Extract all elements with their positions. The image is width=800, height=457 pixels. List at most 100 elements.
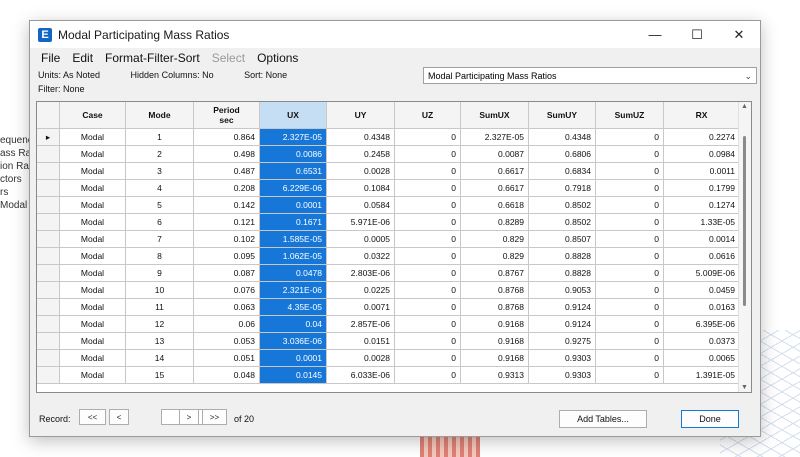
cell-period[interactable]: 0.121 <box>193 213 260 231</box>
cell-case[interactable]: Modal <box>59 298 126 316</box>
cell-sumuz[interactable]: 0 <box>595 281 664 299</box>
cell-uz[interactable]: 0 <box>394 128 461 146</box>
cell-uy[interactable]: 2.857E-06 <box>326 315 395 333</box>
cell-case[interactable]: Modal <box>59 230 126 248</box>
cell-sumuz[interactable]: 0 <box>595 230 664 248</box>
cell-sumuy[interactable]: 0.9303 <box>528 366 596 384</box>
vertical-scrollbar[interactable]: ▲ ▼ <box>738 102 751 392</box>
cell-ux[interactable]: 0.0001 <box>259 196 327 214</box>
cell-period[interactable]: 0.051 <box>193 349 260 367</box>
table-row[interactable]: Modal 8 0.095 1.062E-05 0.0322 0 0.829 0.8828 0 0… <box>37 247 740 265</box>
cell-sumuy[interactable]: 0.9124 <box>528 298 596 316</box>
cell-ux[interactable]: 2.321E-06 <box>259 281 327 299</box>
cell-rx[interactable]: 0.0616 <box>663 247 740 265</box>
cell-case[interactable]: Modal <box>59 196 126 214</box>
row-selector[interactable] <box>37 230 60 248</box>
cell-uy[interactable]: 0.0005 <box>326 230 395 248</box>
cell-ux[interactable]: 0.0145 <box>259 366 327 384</box>
cell-uz[interactable]: 0 <box>394 162 461 180</box>
cell-uz[interactable]: 0 <box>394 315 461 333</box>
cell-sumux[interactable]: 0.6617 <box>460 162 529 180</box>
cell-mode[interactable]: 10 <box>125 281 194 299</box>
cell-period[interactable]: 0.142 <box>193 196 260 214</box>
cell-sumuz[interactable]: 0 <box>595 196 664 214</box>
cell-sumuz[interactable]: 0 <box>595 213 664 231</box>
row-selector[interactable] <box>37 298 60 316</box>
row-selector[interactable] <box>37 349 60 367</box>
cell-mode[interactable]: 6 <box>125 213 194 231</box>
cell-uy[interactable]: 0.0151 <box>326 332 395 350</box>
cell-sumuy[interactable]: 0.6806 <box>528 145 596 163</box>
row-selector[interactable] <box>37 196 60 214</box>
row-selector[interactable] <box>37 213 60 231</box>
cell-period[interactable]: 0.208 <box>193 179 260 197</box>
cell-sumuy[interactable]: 0.7918 <box>528 179 596 197</box>
cell-mode[interactable]: 1 <box>125 128 194 146</box>
table-row[interactable]: Modal 14 0.051 0.0001 0.0028 0 0.9168 0.9303 0 0.… <box>37 349 740 367</box>
cell-mode[interactable]: 12 <box>125 315 194 333</box>
cell-uy[interactable]: 0.1084 <box>326 179 395 197</box>
cell-uz[interactable]: 0 <box>394 179 461 197</box>
scrollbar-thumb[interactable] <box>743 136 746 306</box>
cell-uz[interactable]: 0 <box>394 298 461 316</box>
cell-sumuz[interactable]: 0 <box>595 315 664 333</box>
cell-uz[interactable]: 0 <box>394 281 461 299</box>
cell-ux[interactable]: 6.229E-06 <box>259 179 327 197</box>
cell-rx[interactable]: 0.0014 <box>663 230 740 248</box>
cell-ux[interactable]: 0.0001 <box>259 349 327 367</box>
row-selector[interactable] <box>37 247 60 265</box>
cell-uy[interactable]: 0.0028 <box>326 349 395 367</box>
cell-uz[interactable]: 0 <box>394 213 461 231</box>
cell-period[interactable]: 0.063 <box>193 298 260 316</box>
cell-rx[interactable]: 0.0065 <box>663 349 740 367</box>
next-record-button[interactable]: > <box>179 409 199 425</box>
column-header-ux[interactable]: UX <box>259 102 327 129</box>
data-grid[interactable]: Case Mode Period sec UX UY UZ SumUX SumUY SumUZ R… <box>36 101 752 393</box>
row-selector[interactable] <box>37 315 60 333</box>
row-selector[interactable] <box>37 145 60 163</box>
add-tables-button[interactable]: Add Tables... <box>559 410 647 428</box>
row-selector[interactable] <box>37 162 60 180</box>
maximize-icon[interactable]: ☐ <box>676 21 718 48</box>
cell-ux[interactable]: 1.062E-05 <box>259 247 327 265</box>
column-header-uz[interactable]: UZ <box>394 102 461 129</box>
cell-sumux[interactable]: 0.8768 <box>460 298 529 316</box>
column-header-period[interactable]: Period sec <box>193 102 260 129</box>
cell-sumuz[interactable]: 0 <box>595 145 664 163</box>
cell-uz[interactable]: 0 <box>394 230 461 248</box>
row-selector[interactable] <box>37 332 60 350</box>
cell-mode[interactable]: 8 <box>125 247 194 265</box>
menu-format-filter-sort[interactable]: Format-Filter-Sort <box>99 51 206 65</box>
cell-uz[interactable]: 0 <box>394 349 461 367</box>
cell-ux[interactable]: 0.6531 <box>259 162 327 180</box>
column-header-uy[interactable]: UY <box>326 102 395 129</box>
cell-case[interactable]: Modal <box>59 349 126 367</box>
table-row[interactable]: ▸ Modal 1 0.864 2.327E-05 0.4348 0 2.327E-05 0.4… <box>37 128 740 146</box>
table-select-dropdown[interactable]: Modal Participating Mass Ratios ⌄ <box>423 67 757 84</box>
cell-mode[interactable]: 7 <box>125 230 194 248</box>
current-row-indicator-icon[interactable]: ▸ <box>37 128 60 146</box>
cell-rx[interactable]: 0.1799 <box>663 179 740 197</box>
cell-period[interactable]: 0.102 <box>193 230 260 248</box>
cell-case[interactable]: Modal <box>59 213 126 231</box>
cell-uz[interactable]: 0 <box>394 196 461 214</box>
cell-case[interactable]: Modal <box>59 332 126 350</box>
cell-uy[interactable]: 0.0225 <box>326 281 395 299</box>
cell-sumux[interactable]: 0.8767 <box>460 264 529 282</box>
cell-mode[interactable]: 4 <box>125 179 194 197</box>
done-button[interactable]: Done <box>681 410 739 428</box>
cell-case[interactable]: Modal <box>59 281 126 299</box>
table-row[interactable]: Modal 6 0.121 0.1671 5.971E-06 0 0.8289 0.8502 0… <box>37 213 740 231</box>
cell-case[interactable]: Modal <box>59 247 126 265</box>
menu-edit[interactable]: Edit <box>66 51 99 65</box>
cell-uy[interactable]: 5.971E-06 <box>326 213 395 231</box>
column-header-sumux[interactable]: SumUX <box>460 102 529 129</box>
cell-sumux[interactable]: 2.327E-05 <box>460 128 529 146</box>
cell-case[interactable]: Modal <box>59 366 126 384</box>
table-row[interactable]: Modal 10 0.076 2.321E-06 0.0225 0 0.8768 0.9053… <box>37 281 740 299</box>
cell-uy[interactable]: 0.2458 <box>326 145 395 163</box>
table-row[interactable]: Modal 5 0.142 0.0001 0.0584 0 0.6618 0.8502 0 0.1… <box>37 196 740 214</box>
cell-sumux[interactable]: 0.9168 <box>460 349 529 367</box>
cell-period[interactable]: 0.053 <box>193 332 260 350</box>
cell-mode[interactable]: 15 <box>125 366 194 384</box>
